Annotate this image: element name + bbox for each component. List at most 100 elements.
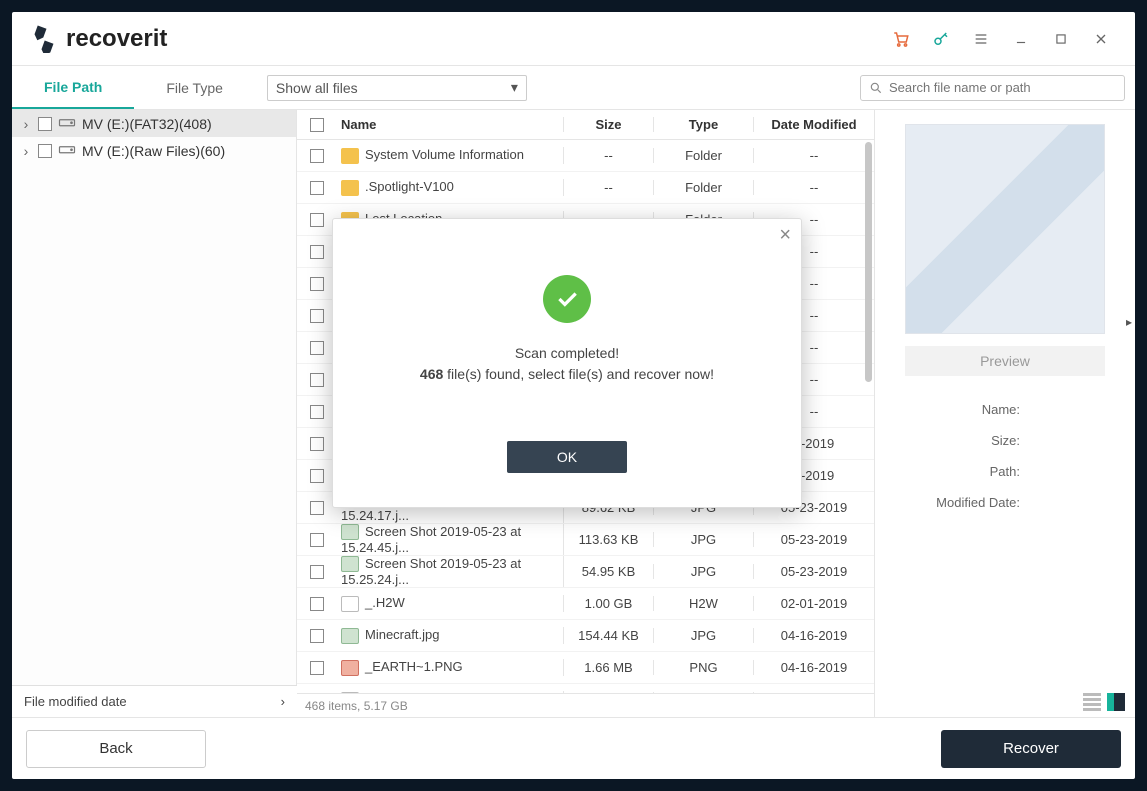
col-date[interactable]: Date Modified xyxy=(754,117,874,132)
file-date: 02-01-2019 xyxy=(754,596,874,611)
file-size: -- xyxy=(564,180,654,195)
sidebar: ›MV (E:)(FAT32)(408)›MV (E:)(Raw Files)(… xyxy=(12,110,297,717)
file-name: Screen Shot 2019-05-23 at 15.24.45.j... xyxy=(341,524,521,556)
minimize-icon[interactable] xyxy=(1001,19,1041,59)
chevron-down-icon: ▾ xyxy=(511,79,518,96)
col-size[interactable]: Size xyxy=(564,117,654,132)
tree-item[interactable]: ›MV (E:)(Raw Files)(60) xyxy=(12,137,296,164)
menu-icon[interactable] xyxy=(961,19,1001,59)
file-icon xyxy=(341,596,359,612)
preview-labels: Name: Size: Path: Modified Date: xyxy=(889,394,1121,518)
file-date: 04-16-2019 xyxy=(754,628,874,643)
row-checkbox[interactable] xyxy=(310,149,324,163)
status-bar: 468 items, 5.17 GB xyxy=(297,693,874,717)
folder-icon xyxy=(341,180,359,196)
expand-arrow-icon[interactable]: ▸ xyxy=(1122,312,1135,332)
row-checkbox[interactable] xyxy=(310,373,324,387)
maximize-icon[interactable] xyxy=(1041,19,1081,59)
table-row[interactable]: _EARTH~1.PNG1.66 MBPNG04-16-2019 xyxy=(297,652,874,684)
row-checkbox[interactable] xyxy=(310,533,324,547)
modal-ok-button[interactable]: OK xyxy=(507,441,627,473)
row-checkbox[interactable] xyxy=(310,309,324,323)
row-checkbox[interactable] xyxy=(310,565,324,579)
table-row[interactable]: _.H2W 1.00 GBH2W02-01-2019 xyxy=(297,588,874,620)
table-row[interactable]: Screen Shot 2019-05-23 at 15.24.45.j...1… xyxy=(297,524,874,556)
tab-file-path[interactable]: File Path xyxy=(12,66,134,109)
grid-view-icon[interactable] xyxy=(1083,693,1101,711)
row-checkbox[interactable] xyxy=(310,629,324,643)
table-row[interactable]: .cm00130.02 KBCM001301-01-1980 xyxy=(297,684,874,693)
preview-modified-label: Modified Date: xyxy=(930,487,1080,518)
view-mode-icons xyxy=(1083,693,1125,711)
key-icon[interactable] xyxy=(921,19,961,59)
file-icon xyxy=(341,628,359,644)
tree-item[interactable]: ›MV (E:)(FAT32)(408) xyxy=(12,110,296,137)
modal-close-icon[interactable]: × xyxy=(779,225,791,245)
file-icon xyxy=(341,660,359,676)
file-name: .cm0013 xyxy=(365,691,415,693)
disk-icon xyxy=(58,142,76,159)
file-size: 1.66 MB xyxy=(564,660,654,675)
app-name: recoverit xyxy=(66,25,167,53)
search-box[interactable] xyxy=(860,75,1125,101)
close-icon[interactable] xyxy=(1081,19,1121,59)
file-date: 05-23-2019 xyxy=(754,564,874,579)
file-name: Minecraft.jpg xyxy=(365,627,439,642)
expand-icon[interactable]: › xyxy=(20,116,32,132)
scrollbar-thumb[interactable] xyxy=(865,142,872,382)
preview-path-label: Path: xyxy=(930,456,1080,487)
table-row[interactable]: Minecraft.jpg154.44 KBJPG04-16-2019 xyxy=(297,620,874,652)
row-checkbox[interactable] xyxy=(310,245,324,259)
preview-placeholder xyxy=(905,124,1105,334)
file-icon xyxy=(341,524,359,540)
tree-checkbox[interactable] xyxy=(38,117,52,131)
row-checkbox[interactable] xyxy=(310,341,324,355)
select-all-checkbox[interactable] xyxy=(310,118,324,132)
modal-message: Scan completed! 468 file(s) found, selec… xyxy=(420,343,714,385)
file-date: -- xyxy=(754,180,874,195)
row-checkbox[interactable] xyxy=(310,437,324,451)
file-date: 01-01-1980 xyxy=(754,692,874,693)
row-checkbox[interactable] xyxy=(310,469,324,483)
sidebar-footer[interactable]: File modified date › xyxy=(12,685,297,717)
row-checkbox[interactable] xyxy=(310,693,324,694)
toolbar: File Path File Type Show all files ▾ xyxy=(12,66,1135,110)
table-row[interactable]: System Volume Information--Folder-- xyxy=(297,140,874,172)
file-icon xyxy=(341,556,359,572)
back-button[interactable]: Back xyxy=(26,730,206,768)
cart-icon[interactable] xyxy=(881,19,921,59)
table-row[interactable]: .Spotlight-V100--Folder-- xyxy=(297,172,874,204)
filter-dropdown[interactable]: Show all files ▾ xyxy=(267,75,527,101)
search-icon xyxy=(869,81,883,95)
list-view-icon[interactable] xyxy=(1107,693,1125,711)
row-checkbox[interactable] xyxy=(310,181,324,195)
col-type[interactable]: Type xyxy=(654,117,754,132)
file-size: -- xyxy=(564,148,654,163)
file-type: H2W xyxy=(654,596,754,611)
col-name[interactable]: Name xyxy=(337,117,564,132)
preview-size-label: Size: xyxy=(930,425,1080,456)
scan-complete-modal: × Scan completed! 468 file(s) found, sel… xyxy=(332,218,802,508)
preview-button[interactable]: Preview xyxy=(905,346,1105,376)
expand-icon[interactable]: › xyxy=(20,143,32,159)
file-type: JPG xyxy=(654,532,754,547)
tree-checkbox[interactable] xyxy=(38,144,52,158)
table-row[interactable]: Screen Shot 2019-05-23 at 15.25.24.j...5… xyxy=(297,556,874,588)
row-checkbox[interactable] xyxy=(310,213,324,227)
row-checkbox[interactable] xyxy=(310,277,324,291)
search-input[interactable] xyxy=(889,80,1116,95)
file-size: 1.00 GB xyxy=(564,596,654,611)
tab-file-type[interactable]: File Type xyxy=(134,66,255,109)
row-checkbox[interactable] xyxy=(310,661,324,675)
recover-button[interactable]: Recover xyxy=(941,730,1121,768)
chevron-right-icon: › xyxy=(281,694,285,709)
file-name: _EARTH~1.PNG xyxy=(365,659,463,674)
file-date: -- xyxy=(754,148,874,163)
file-name: _.H2W xyxy=(365,595,405,610)
row-checkbox[interactable] xyxy=(310,405,324,419)
app-logo: recoverit xyxy=(30,25,167,53)
row-checkbox[interactable] xyxy=(310,501,324,515)
file-date: 05-23-2019 xyxy=(754,532,874,547)
row-checkbox[interactable] xyxy=(310,597,324,611)
preview-panel: Preview Name: Size: Path: Modified Date:… xyxy=(875,110,1135,717)
